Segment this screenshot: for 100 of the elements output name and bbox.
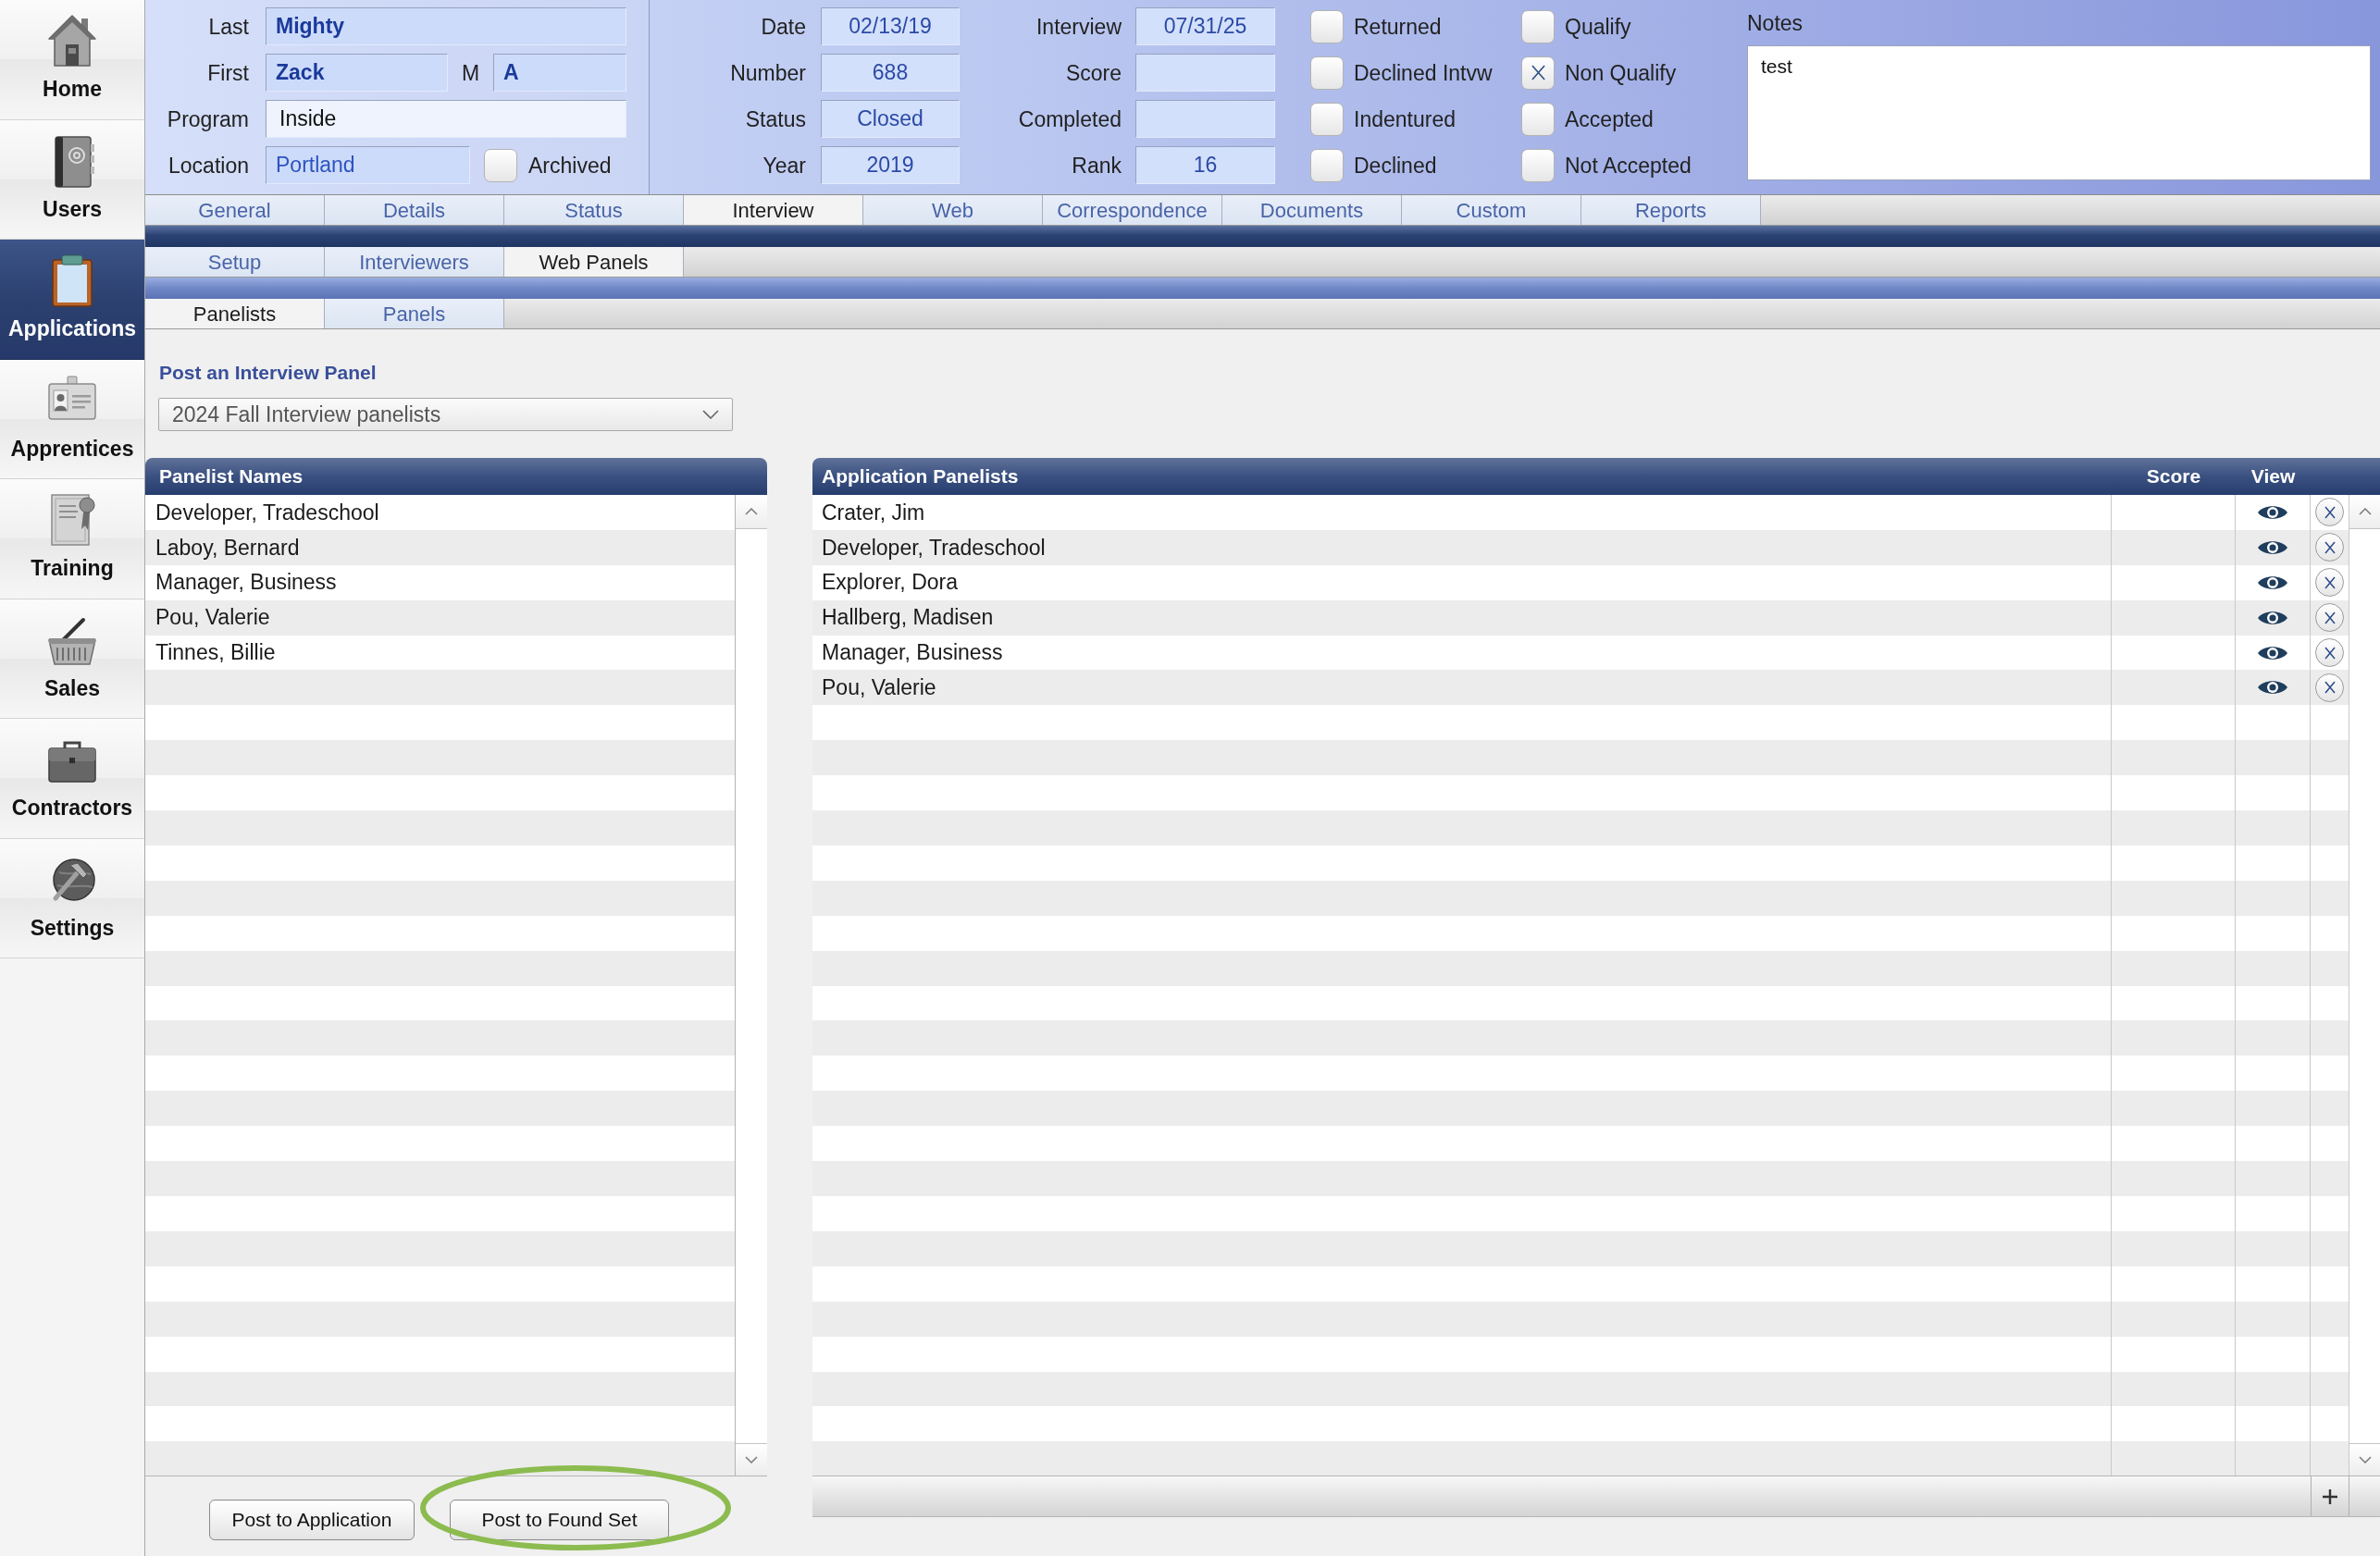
- field-label: Rank: [1071, 152, 1122, 179]
- checkbox[interactable]: [1310, 102, 1344, 136]
- remove-button[interactable]: [2315, 533, 2344, 562]
- checkbox-label: Declined Intvw: [1354, 59, 1494, 86]
- plus-icon: [2322, 1488, 2338, 1505]
- notes-field[interactable]: test: [1747, 45, 2371, 180]
- field-label: Last: [207, 13, 249, 40]
- dropdown[interactable]: 2024 Fall Interview panelists: [158, 398, 733, 431]
- field-label: Completed: [1017, 105, 1122, 132]
- field-label: Location: [167, 152, 249, 179]
- remove-button[interactable]: [2315, 638, 2344, 667]
- field-label: M: [460, 59, 481, 86]
- field-label: Number: [729, 59, 806, 86]
- tab[interactable]: Web: [863, 195, 1043, 225]
- tab[interactable]: Reports: [1581, 195, 1761, 225]
- text-field[interactable]: 07/31/25: [1135, 7, 1275, 45]
- remove-button[interactable]: [2315, 498, 2344, 527]
- text-field[interactable]: Closed: [821, 100, 960, 138]
- sidebar-item[interactable]: Contractors: [0, 719, 144, 839]
- sidebar-item[interactable]: Sales: [0, 599, 144, 719]
- tab[interactable]: Details: [325, 195, 504, 225]
- tab[interactable]: Web Panels: [504, 247, 684, 277]
- chevron-down-icon: [2358, 1456, 2372, 1463]
- field-label: Status: [744, 105, 806, 132]
- close-icon: [2324, 540, 2336, 554]
- column-header: Application Panelists: [821, 464, 1020, 489]
- column-header: View: [2250, 464, 2297, 489]
- sidebar-item[interactable]: Home: [0, 0, 144, 120]
- text-field[interactable]: Portland: [266, 146, 470, 184]
- tab[interactable]: Status: [504, 195, 684, 225]
- sidebar-item[interactable]: Users: [0, 119, 144, 240]
- checkbox[interactable]: [1521, 102, 1555, 136]
- list-header: Panelist Names: [145, 458, 767, 495]
- chevron-down-icon: [702, 410, 719, 419]
- scrollbar[interactable]: [735, 495, 767, 1476]
- checkbox[interactable]: [484, 148, 517, 182]
- chevron-up-icon: [2358, 508, 2372, 515]
- section-title: Post an Interview Panel: [159, 362, 377, 384]
- close-icon: [2324, 681, 2336, 695]
- text-field[interactable]: Mighty: [266, 7, 626, 45]
- remove-button[interactable]: [2315, 673, 2344, 702]
- tab[interactable]: Interviewers: [325, 247, 504, 277]
- text-field[interactable]: [1135, 100, 1275, 138]
- close-icon: [2324, 611, 2336, 624]
- text-field[interactable]: A: [493, 54, 626, 92]
- tab[interactable]: Panels: [325, 299, 504, 328]
- checkbox-label: Qualify: [1565, 13, 1632, 40]
- scrollbar[interactable]: [2349, 495, 2380, 1476]
- field-label: Program: [166, 105, 249, 132]
- checkbox[interactable]: [1310, 9, 1344, 43]
- remove-button[interactable]: [2315, 568, 2344, 598]
- x-mark-icon: [1531, 65, 1545, 80]
- text-field[interactable]: Inside: [266, 100, 626, 138]
- checkbox[interactable]: [1521, 9, 1555, 43]
- checkbox-label: Declined: [1354, 152, 1438, 179]
- tab[interactable]: Panelists: [145, 299, 325, 328]
- checkbox-label: Returned: [1354, 13, 1443, 40]
- text-field[interactable]: 2019: [821, 146, 960, 184]
- text-field[interactable]: 16: [1135, 146, 1275, 184]
- sidebar-item[interactable]: Training: [0, 479, 144, 599]
- field-label: First: [206, 59, 249, 86]
- text-field[interactable]: Zack: [266, 54, 448, 92]
- close-icon: [2324, 646, 2336, 660]
- checkbox-label: Non Qualify: [1565, 59, 1678, 86]
- sidebar-item[interactable]: Settings: [0, 838, 144, 958]
- field-label: Year: [762, 152, 806, 179]
- checkbox[interactable]: [1310, 56, 1344, 90]
- checkbox[interactable]: [1521, 56, 1555, 90]
- action-button[interactable]: Post to Application: [209, 1500, 415, 1540]
- column-header: Score: [2145, 464, 2202, 489]
- checkbox-label: Archived: [528, 152, 612, 179]
- checkbox[interactable]: [1521, 148, 1555, 182]
- tab[interactable]: Documents: [1222, 195, 1402, 225]
- close-icon: [2324, 575, 2336, 589]
- close-icon: [2324, 505, 2336, 519]
- house-icon: [46, 13, 98, 68]
- remove-button[interactable]: [2315, 603, 2344, 633]
- checkbox-label: Accepted: [1565, 105, 1655, 132]
- checkbox-label: Not Accepted: [1565, 152, 1692, 179]
- action-button[interactable]: Post to Found Set: [450, 1500, 669, 1540]
- text-field[interactable]: 688: [821, 54, 960, 92]
- scroll-down-button[interactable]: [736, 1443, 767, 1476]
- notes-label: Notes: [1747, 10, 1804, 36]
- text-field[interactable]: 02/13/19: [821, 7, 960, 45]
- tab[interactable]: Custom: [1402, 195, 1581, 225]
- checkbox[interactable]: [1310, 148, 1344, 182]
- field-label: Interview: [1035, 13, 1122, 40]
- text-field[interactable]: [1135, 54, 1275, 92]
- field-label: Score: [1064, 59, 1122, 86]
- add-button[interactable]: [2311, 1476, 2349, 1516]
- sidebar-item[interactable]: Apprentices: [0, 359, 144, 479]
- tab[interactable]: Correspondence: [1043, 195, 1222, 225]
- tab[interactable]: Interview: [684, 195, 863, 225]
- chevron-down-icon: [745, 1456, 758, 1463]
- field-label: Date: [760, 13, 806, 40]
- tab[interactable]: Setup: [145, 247, 325, 277]
- tab[interactable]: General: [145, 195, 325, 225]
- chevron-up-icon: [745, 508, 758, 515]
- checkbox-label: Indentured: [1354, 105, 1457, 132]
- sidebar-item[interactable]: Applications: [0, 240, 144, 360]
